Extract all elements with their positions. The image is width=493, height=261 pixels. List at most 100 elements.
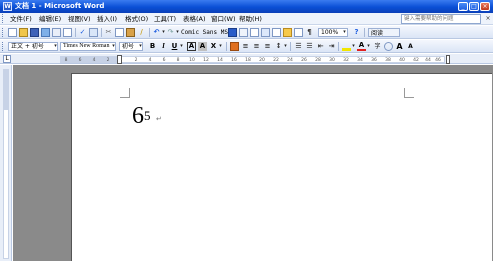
style-dropdown-arrow[interactable]: ▾ [53,44,58,49]
character-scale-button[interactable]: X [209,42,218,51]
line-spacing-dropdown-arrow[interactable]: ▾ [283,44,288,49]
scale-dropdown-arrow[interactable]: ▾ [218,44,223,49]
undo-icon[interactable]: ↶ [152,28,161,37]
align-right-icon[interactable]: ≡ [252,42,261,51]
ruler-number: 30 [329,58,335,63]
document-text[interactable]: 65 [132,103,151,132]
word-app-icon[interactable]: W [3,2,12,11]
paste-icon[interactable] [126,28,135,37]
menu-file[interactable]: 文件(F) [9,14,33,24]
drawing-icon[interactable] [283,28,292,37]
menu-help[interactable]: 帮助(H) [238,14,263,24]
copy-icon[interactable] [115,28,124,37]
line-spacing-icon[interactable]: ↕ [274,42,283,51]
print-preview-icon[interactable] [63,28,72,37]
phonetic-guide-button[interactable]: 字 [373,42,382,51]
menu-view[interactable]: 视图(V) [67,14,92,24]
indent-marker[interactable] [117,55,122,64]
horizontal-ruler[interactable]: 8 6 4 2 2 4 6 8 10 12 14 16 18 20 22 24 … [60,55,450,64]
columns-icon[interactable] [272,28,281,37]
font-select[interactable]: Times New Roman [60,42,116,51]
insert-table-icon[interactable] [250,28,259,37]
tables-borders-icon[interactable] [239,28,248,37]
right-indent-marker[interactable] [446,55,450,64]
minimize-button[interactable]: _ [458,2,468,11]
ruler-number: 32 [343,58,349,63]
help-search-input[interactable]: 键入需要帮助的问题 [401,14,481,24]
shrink-font-button[interactable]: A [406,42,415,51]
hyperlink-icon[interactable] [228,28,237,37]
document-close-icon[interactable]: × [484,15,492,23]
document-map-icon[interactable] [294,28,303,37]
open-folder-icon[interactable] [19,28,28,37]
highlight-icon[interactable] [342,42,351,51]
toolbar-separator [149,28,150,37]
help-icon[interactable]: ? [352,28,361,37]
read-button[interactable]: 阅读 [368,28,400,37]
justify-icon[interactable]: ≡ [263,42,272,51]
save-icon[interactable] [30,28,39,37]
exponent-superscript: 5 [144,108,151,123]
paragraph-mark: ↵ [156,115,162,123]
insert-excel-icon[interactable] [261,28,270,37]
document-page[interactable]: 65 ↵ [71,73,492,261]
ruler-number: 40 [399,58,405,63]
ruler-number: 28 [315,58,321,63]
menu-grip[interactable] [2,14,5,23]
menu-edit[interactable]: 编辑(E) [38,14,62,24]
style-select[interactable]: 正文 + 初号 [8,42,58,51]
bold-button[interactable]: B [148,42,157,51]
character-border-button[interactable]: A [187,42,196,51]
menu-format[interactable]: 格式(O) [124,14,149,24]
zoom-dropdown-arrow[interactable]: ▾ [342,30,347,35]
tab-selector[interactable]: L [3,55,11,63]
research-icon[interactable] [89,28,98,37]
bullets-icon[interactable]: ☰ [305,42,314,51]
enclose-characters-icon[interactable] [384,42,393,51]
toolbar-separator [338,42,339,51]
format-painter-icon[interactable]: / [137,28,146,37]
toolbar-separator [75,28,76,37]
highlight-dropdown-arrow[interactable]: ▾ [351,44,356,49]
font-dropdown-arrow[interactable]: ▾ [111,44,116,49]
maximize-button[interactable]: □ [469,2,479,11]
decrease-indent-icon[interactable]: ⇤ [316,42,325,51]
vertical-ruler-strip[interactable] [3,69,9,259]
align-center-icon[interactable]: ≡ [241,42,250,51]
cut-icon[interactable]: ✂ [104,28,113,37]
ruler-number: 6 [162,58,166,63]
toolbar-grip[interactable] [2,28,5,37]
window-title: 文档 1 - Microsoft Word [15,2,105,10]
grow-font-button[interactable]: A [395,42,404,51]
character-shading-button[interactable]: A [198,42,207,51]
increase-indent-icon[interactable]: ⇥ [327,42,336,51]
toolbar-grip[interactable] [2,42,5,51]
close-button[interactable]: × [480,2,490,11]
redo-dropdown-arrow[interactable]: ▾ [175,30,180,35]
align-left-icon[interactable] [230,42,239,51]
font-size-dropdown-arrow[interactable]: ▾ [138,44,143,49]
show-formatting-icon[interactable]: ¶ [305,28,314,37]
menu-table[interactable]: 表格(A) [182,14,207,24]
ruler-number: 22 [273,58,279,63]
ruler-number: 34 [357,58,363,63]
menu-tools[interactable]: 工具(T) [153,14,177,24]
underline-dropdown-arrow[interactable]: ▾ [179,44,184,49]
numbering-icon[interactable]: ☰ [294,42,303,51]
ruler-number: 44 [425,58,431,63]
font-color-button[interactable]: A [357,42,366,51]
ruler-number: 14 [217,58,223,63]
new-document-icon[interactable] [8,28,17,37]
vertical-ruler [0,65,12,261]
italic-button[interactable]: I [159,42,168,51]
print-icon[interactable] [52,28,61,37]
menu-window[interactable]: 窗口(W) [210,14,237,24]
formatting-toolbar: 正文 + 初号 ▾ Times New Roman ▾ 初号 ▾ B I U ▾… [0,40,493,53]
permission-icon[interactable] [41,28,50,37]
ruler-number: 38 [385,58,391,63]
spelling-icon[interactable]: ✓ [78,28,87,37]
redo-icon[interactable]: ↷ [166,28,175,37]
menu-insert[interactable]: 插入(I) [96,14,118,24]
font-color-dropdown-arrow[interactable]: ▾ [366,44,371,49]
underline-button[interactable]: U [170,42,179,51]
